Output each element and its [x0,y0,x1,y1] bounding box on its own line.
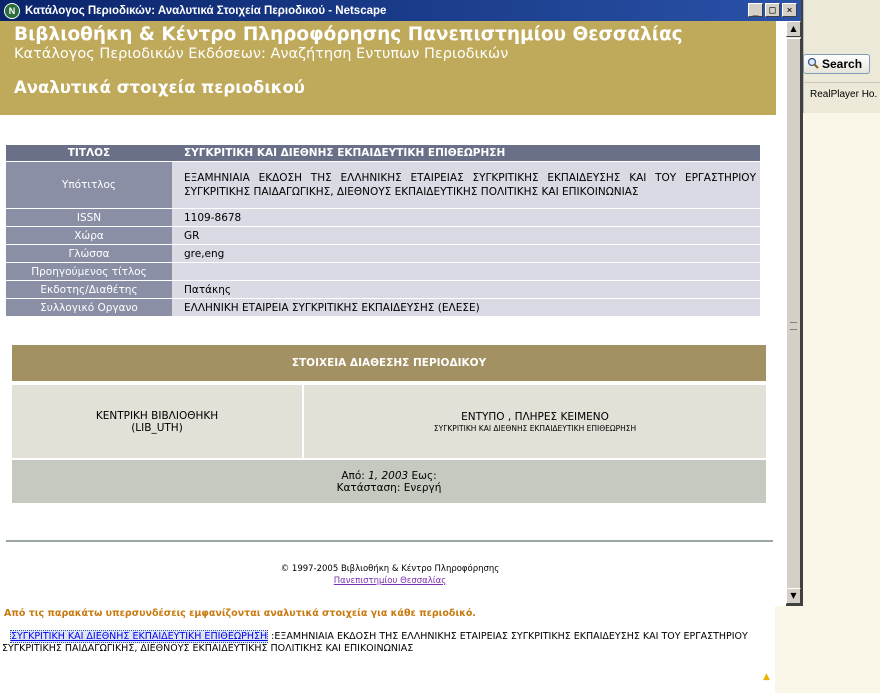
table-row: Εκδοτης/Διαθέτης Πατάκης [6,281,760,298]
table-row: ISSN 1109-8678 [6,209,760,226]
table-row: Γλώσσα gre,eng [6,245,760,262]
copyright-link-line: Πανεπιστημίου Θεσσαλίας [0,576,780,586]
table-row: Χώρα GR [6,227,760,244]
window-title: Κατάλογος Περιοδικών: Αναλυτικά Στοιχεία… [25,4,387,17]
page-title: Αναλυτικά στοιχεία περιοδικού [14,78,305,97]
library-name-text: ΚΕΝΤΡΙΚΗ ΒΙΒΛΙΟΘΗΚΗ [95,409,219,422]
scroll-down-icon[interactable]: ▼ [786,588,801,604]
title-label: ΤΙΤΛΟΣ [6,145,172,161]
netscape-popup-window: N Κατάλογος Περιοδικών: Αναλυτικά Στοιχε… [0,0,803,606]
format-title-text: ΣΥΓΚΡΙΤΙΚΗ ΚΑΙ ΔΙΕΘΝΗΣ ΕΚΠΑΙΔΕΥΤΙΚΗ ΕΠΙΘ… [433,423,637,433]
title-value: ΣΥΓΚΡΙΤΙΚΗ ΚΑΙ ΔΙΕΘΝΗΣ ΕΚΠΑΙΔΕΥΤΙΚΗ ΕΠΙΘ… [172,145,760,161]
library-code-text: (LIB_UTH) [131,421,183,434]
vertical-scrollbar[interactable]: ▲ ▼ [786,21,801,604]
netscape-icon: N [4,2,20,19]
publisher-value: Πατάκης [172,281,760,298]
country-label: Χώρα [6,227,172,244]
maximize-button[interactable]: □ [765,3,780,17]
holding-library-cell: ΚΕΝΤΡΙΚΗ ΒΙΒΛΙΟΘΗΚΗ (LIB_UTH) [12,385,302,458]
to-label: Εως: [411,469,437,482]
holdings-range-cell: Από: 1, 2003 Εως: Κατάσταση: Ενεργή [12,460,766,503]
footer-divider [6,540,773,542]
status-text: Κατάσταση: Ενεργή [336,481,442,494]
background-journal-entry: ΣΥΓΚΡΙΤΙΚΗ ΚΑΙ ΔΙΕΘΝΗΣ ΕΚΠΑΙΔΕΥΤΙΚΗ ΕΠΙΘ… [2,630,780,655]
previous-title-value [172,263,760,280]
country-value: GR [172,227,760,244]
language-label: Γλώσσα [6,245,172,262]
from-label: Από: [341,469,365,482]
issn-label: ISSN [6,209,172,226]
journal-link[interactable]: ΣΥΓΚΡΙΤΙΚΗ ΚΑΙ ΔΙΕΘΝΗΣ ΕΚΠΑΙΔΕΥΤΙΚΗ ΕΠΙΘ… [10,630,269,643]
format-text: ΕΝΤΥΠΟ , ΠΛΗΡΕΣ ΚΕΙΜΕΝΟ [461,410,609,423]
holdings-range-text: Από: 1, 2003 Εως: [341,470,436,482]
scroll-up-icon[interactable]: ▲ [786,21,801,37]
previous-title-label: Προηγούμενος τίτλος [6,263,172,280]
catalog-subtitle: Κατάλογος Περιοδικών Εκδόσεων: Αναζήτηση… [14,46,509,62]
realplayer-bookmark[interactable]: RealPlayer Ho. [810,89,877,100]
availability-heading: ΣΤΟΙΧΕΙΑ ΔΙΑΘΕΣΗΣ ΠΕΡΙΟΔΙΚΟΥ [12,345,766,381]
journal-details-table: ΤΙΤΛΟΣ ΣΥΓΚΡΙΤΙΚΗ ΚΑΙ ΔΙΕΘΝΗΣ ΕΚΠΑΙΔΕΥΤΙ… [6,144,760,317]
copyright-text: © 1997-2005 Βιβλιοθήκη & Κέντρο Πληροφόρ… [280,564,500,574]
minimize-button[interactable]: _ [748,3,763,17]
page-content: Βιβλιοθήκη & Κέντρο Πληροφόρησης Πανεπισ… [0,21,786,606]
corporate-body-label: Συλλογικό Οργανο [6,299,172,316]
issn-value: 1109-8678 [172,209,760,226]
toolbar-separator [803,82,880,83]
background-search-button[interactable]: Search [803,54,870,74]
format-cell: ΕΝΤΥΠΟ , ΠΛΗΡΕΣ ΚΕΙΜΕΝΟ ΣΥΓΚΡΙΤΙΚΗ ΚΑΙ Δ… [304,385,766,458]
publisher-label: Εκδοτης/Διαθέτης [6,281,172,298]
scroll-top-arrow-icon[interactable]: ▲ [763,672,770,682]
subtitle-label: Υπότιτλος [6,162,172,208]
window-titlebar[interactable]: N Κατάλογος Περιοδικών: Αναλυτικά Στοιχε… [0,0,801,21]
library-name: Βιβλιοθήκη & Κέντρο Πληροφόρησης Πανεπισ… [14,24,683,45]
from-value: 1, 2003 [368,469,409,482]
table-row: Προηγούμενος τίτλος [6,263,760,280]
language-value: gre,eng [172,245,760,262]
table-row: Υπότιτλος ΕΞΑΜΗΝΙΑΙΑ ΕΚΔΟΣΗ ΤΗΣ ΕΛΛΗΝΙΚΗ… [6,162,760,208]
corporate-body-value: ΕΛΛΗΝΙΚΗ ΕΤΑΙΡΕΙΑ ΣΥΓΚΡΙΤΙΚΗΣ ΕΚΠΑΙΔΕΥΣΗ… [172,299,760,316]
availability-section: ΣΤΟΙΧΕΙΑ ΔΙΑΘΕΣΗΣ ΠΕΡΙΟΔΙΚΟΥ ΚΕΝΤΡΙΚΗ ΒΙ… [12,345,766,503]
magnifier-icon [807,57,819,72]
university-link[interactable]: Πανεπιστημίου Θεσσαλίας [334,576,447,586]
subtitle-value: ΕΞΑΜΗΝΙΑΙΑ ΕΚΔΟΣΗ ΤΗΣ ΕΛΛΗΝΙΚΗΣ ΕΤΑΙΡΕΙΑ… [172,162,760,208]
close-button[interactable]: × [782,3,797,17]
search-button-label: Search [822,57,863,71]
scrollbar-thumb[interactable] [786,38,801,601]
background-instruction-text: Από τις παρακάτω υπερσυνδέσεις εμφανίζον… [4,608,477,619]
table-row: ΤΙΤΛΟΣ ΣΥΓΚΡΙΤΙΚΗ ΚΑΙ ΔΙΕΘΝΗΣ ΕΚΠΑΙΔΕΥΤΙ… [6,145,760,161]
library-header: Βιβλιοθήκη & Κέντρο Πληροφόρησης Πανεπισ… [0,21,776,115]
table-row: Συλλογικό Οργανο ΕΛΛΗΝΙΚΗ ΕΤΑΙΡΕΙΑ ΣΥΓΚΡ… [6,299,760,316]
